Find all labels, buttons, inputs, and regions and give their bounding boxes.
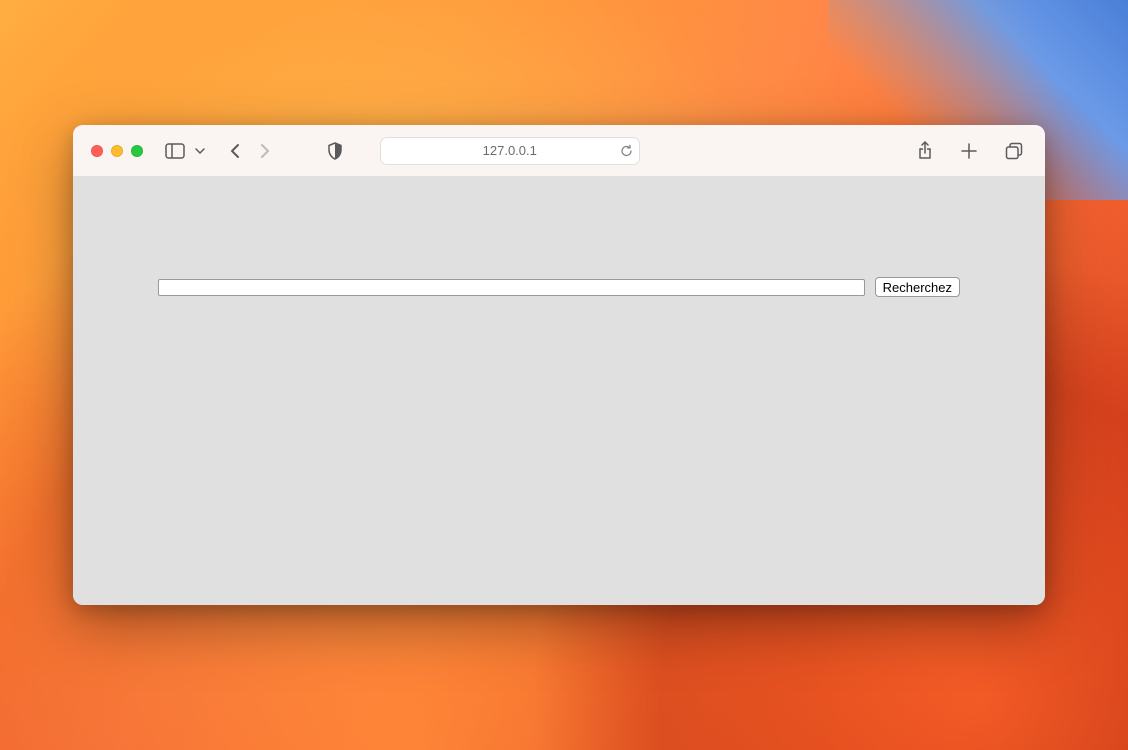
new-tab-button[interactable] (957, 139, 981, 163)
maximize-button[interactable] (131, 145, 143, 157)
search-button[interactable]: Recherchez (875, 277, 960, 297)
address-bar[interactable]: 127.0.0.1 (380, 137, 640, 165)
sidebar-icon (165, 143, 185, 159)
back-button[interactable] (225, 139, 245, 163)
search-form: Recherchez (158, 277, 960, 297)
safari-window: 127.0.0.1 (73, 125, 1045, 605)
forward-button[interactable] (255, 139, 275, 163)
window-controls (91, 145, 143, 157)
chevron-down-icon (195, 148, 205, 154)
tabs-overview-button[interactable] (1001, 138, 1027, 164)
chevron-right-icon (259, 143, 271, 159)
sidebar-toggle-button[interactable] (161, 139, 189, 163)
close-button[interactable] (91, 145, 103, 157)
address-text: 127.0.0.1 (483, 143, 537, 158)
tab-group-dropdown[interactable] (191, 144, 209, 158)
shield-icon (327, 142, 343, 160)
share-icon (917, 141, 933, 161)
search-input[interactable] (158, 279, 865, 296)
tabs-icon (1005, 142, 1023, 160)
minimize-button[interactable] (111, 145, 123, 157)
share-button[interactable] (913, 137, 937, 165)
reload-icon (620, 144, 633, 158)
plus-icon (961, 143, 977, 159)
page-viewport: Recherchez (73, 177, 1045, 605)
privacy-report-button[interactable] (323, 138, 347, 164)
reload-button[interactable] (620, 144, 633, 158)
chevron-left-icon (229, 143, 241, 159)
browser-toolbar: 127.0.0.1 (73, 125, 1045, 177)
